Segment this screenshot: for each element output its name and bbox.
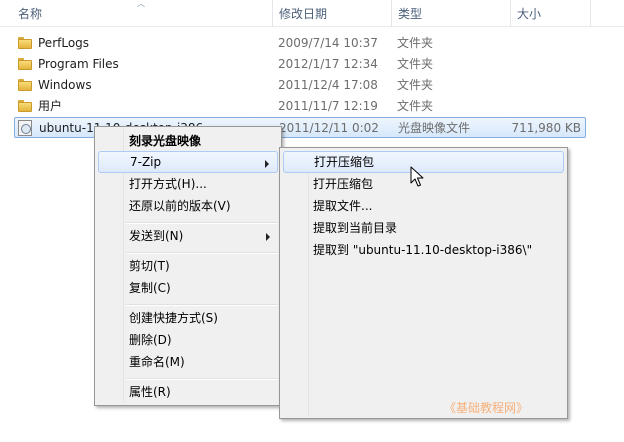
menu-item-label: 打开方式(H)... — [129, 177, 207, 191]
menu-item-cut[interactable]: 剪切(T) — [98, 255, 278, 277]
disc-image-icon — [18, 120, 32, 136]
file-date: 2011/12/11 0:02 — [279, 121, 379, 135]
menu-item-label: 删除(D) — [129, 333, 172, 347]
menu-item-label: 刻录光盘映像 — [129, 134, 202, 148]
file-row-program-files[interactable]: Program Files 2012/1/17 12:34 文件夹 — [14, 54, 586, 75]
menu-item-create-shortcut[interactable]: 创建快捷方式(S) — [98, 307, 278, 329]
file-type: 文件夹 — [397, 78, 434, 92]
menu-item-label: 发送到(N) — [129, 229, 184, 243]
submenu-item-extract-to-folder[interactable]: 提取到 "ubuntu-11.10-desktop-i386\" — [283, 239, 564, 261]
menu-item-label: 重命名(M) — [129, 355, 185, 369]
folder-icon — [18, 100, 32, 112]
sort-ascending-icon: ︿ — [137, 0, 145, 8]
menu-item-label: 提取到 "ubuntu-11.10-desktop-i386\" — [313, 243, 533, 257]
menu-item-open-with[interactable]: 打开方式(H)... — [98, 173, 278, 195]
menu-separator — [126, 252, 278, 254]
file-name: PerfLogs — [38, 36, 90, 50]
submenu-item-extract-here[interactable]: 提取到当前目录 — [283, 217, 564, 239]
column-header: 名称 ︿ 修改日期 类型 大小 — [0, 0, 624, 27]
menu-item-label: 还原以前的版本(V) — [129, 199, 231, 213]
menu-separator — [126, 222, 278, 224]
file-row-windows[interactable]: Windows 2011/12/4 17:08 文件夹 — [14, 75, 586, 96]
submenu-arrow-icon — [265, 160, 269, 168]
watermark: 《基础教程网》 — [444, 401, 529, 415]
column-date-header[interactable]: 修改日期 — [272, 0, 391, 26]
column-type-header[interactable]: 类型 — [391, 0, 510, 26]
menu-item-label: 打开压缩包 — [313, 177, 374, 191]
menu-item-label: 创建快捷方式(S) — [129, 311, 218, 325]
menu-item-delete[interactable]: 删除(D) — [98, 329, 278, 351]
menu-item-label: 属性(R) — [129, 385, 171, 399]
file-date: 2009/7/14 10:37 — [278, 36, 378, 50]
menu-separator — [126, 378, 278, 380]
column-filler — [590, 0, 624, 26]
menu-item-properties[interactable]: 属性(R) — [98, 381, 278, 403]
menu-item-send-to[interactable]: 发送到(N) — [98, 225, 278, 247]
folder-icon — [18, 79, 32, 91]
submenu-arrow-icon — [266, 233, 270, 241]
menu-item-rename[interactable]: 重命名(M) — [98, 351, 278, 373]
file-name: Windows — [38, 78, 92, 92]
file-date: 2012/1/17 12:34 — [278, 57, 378, 71]
file-name: Program Files — [38, 57, 119, 71]
file-type: 光盘映像文件 — [398, 121, 471, 135]
menu-item-label: 提取文件... — [313, 199, 373, 213]
menu-item-burn-disc-image[interactable]: 刻录光盘映像 — [98, 130, 278, 152]
column-size-header[interactable]: 大小 — [510, 0, 590, 26]
column-date-label: 修改日期 — [279, 7, 328, 21]
menu-separator — [126, 304, 278, 306]
column-size-label: 大小 — [517, 7, 542, 21]
file-type: 文件夹 — [397, 57, 434, 71]
submenu-item-extract-files[interactable]: 提取文件... — [283, 195, 564, 217]
menu-item-copy[interactable]: 复制(C) — [98, 277, 278, 299]
folder-icon — [18, 58, 32, 70]
file-type: 文件夹 — [397, 99, 434, 113]
file-date: 2011/11/7 12:19 — [278, 99, 378, 113]
menu-item-restore-previous[interactable]: 还原以前的版本(V) — [98, 195, 278, 217]
menu-item-label: 提取到当前目录 — [313, 221, 398, 235]
file-type: 文件夹 — [397, 36, 434, 50]
column-name-label: 名称 — [18, 7, 43, 21]
menu-item-label: 剪切(T) — [129, 259, 170, 273]
file-row-users[interactable]: 用户 2011/11/7 12:19 文件夹 — [14, 96, 586, 117]
file-size: 711,980 KB — [511, 121, 581, 135]
column-type-label: 类型 — [398, 7, 423, 21]
menu-item-label: 打开压缩包 — [314, 155, 375, 169]
folder-icon — [18, 37, 32, 49]
menu-item-7zip[interactable]: 7-Zip — [98, 151, 278, 173]
context-menu: 刻录光盘映像 7-Zip 打开方式(H)... 还原以前的版本(V) 发送到(N… — [94, 126, 282, 406]
file-date: 2011/12/4 17:08 — [278, 78, 378, 92]
menu-item-label: 复制(C) — [129, 281, 171, 295]
file-row-perflogs[interactable]: PerfLogs 2009/7/14 10:37 文件夹 — [14, 33, 586, 54]
mouse-cursor-icon — [410, 166, 424, 187]
column-name-header[interactable]: 名称 — [0, 0, 272, 26]
file-name: 用户 — [38, 99, 63, 113]
menu-item-label: 7-Zip — [130, 155, 162, 169]
